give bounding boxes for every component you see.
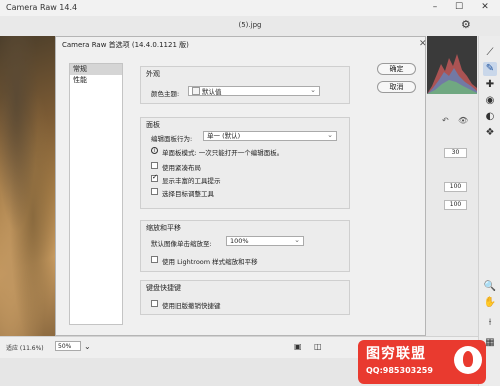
color-theme-dropdown[interactable]: 默认值 ⌄ <box>188 86 320 96</box>
cancel-button[interactable]: 取消 <box>377 81 416 93</box>
chevron-down-icon[interactable]: ⌄ <box>84 342 91 351</box>
section-title: 缩放和平移 <box>146 224 181 232</box>
watermark-qq: QQ:985303259 <box>366 366 433 375</box>
section-title: 键盘快捷键 <box>146 284 181 292</box>
section-title: 面板 <box>146 121 160 129</box>
flame-icon <box>454 346 482 374</box>
title-bar: Camera Raw 14.4 – ☐ ✕ <box>0 0 500 17</box>
nav-item-general[interactable]: 常规 <box>70 64 122 75</box>
window-title: Camera Raw 14.4 <box>6 3 78 12</box>
legacy-undo-label: 使用旧版撤销快捷键 <box>162 302 221 310</box>
value-field[interactable]: 100 <box>444 182 467 192</box>
default-zoom-value: 100% <box>230 237 249 245</box>
shortcuts-section: 键盘快捷键 使用旧版撤销快捷键 <box>140 280 350 315</box>
color-theme-label: 颜色主题: <box>151 90 180 98</box>
nav-item-performance[interactable]: 性能 <box>70 75 122 86</box>
theme-swatch <box>192 87 200 95</box>
hand-icon[interactable]: ✋ <box>483 296 497 310</box>
maximize-icon[interactable]: ☐ <box>452 2 466 13</box>
color-theme-value: 默认值 <box>202 88 222 96</box>
eye-icon[interactable]: 👁 <box>458 116 468 125</box>
redeye-icon[interactable]: ◉ <box>483 94 497 108</box>
panel-behavior-dropdown[interactable]: 单一 (默认) ⌄ <box>203 131 337 141</box>
compare-icon[interactable]: ◫ <box>314 342 322 351</box>
appearance-section: 外观 颜色主题: 默认值 ⌄ <box>140 66 350 104</box>
default-zoom-label: 默认图像单击缩放至: <box>151 240 212 248</box>
histogram <box>427 36 477 94</box>
value-field[interactable]: 30 <box>444 148 467 158</box>
preferences-nav: 常规 性能 <box>69 63 123 325</box>
info-icon: i <box>151 147 158 154</box>
target-adjust-label: 选择目标调整工具 <box>162 190 214 198</box>
lightroom-zoom-label: 使用 Lightroom 样式缩放和平移 <box>162 258 258 266</box>
rich-tooltips-label: 显示丰富的工具提示 <box>162 177 221 185</box>
crop-icon[interactable]: ⟋ <box>483 46 497 60</box>
rich-tooltips-checkbox[interactable] <box>151 173 158 182</box>
presets-icon[interactable]: ❖ <box>483 126 497 140</box>
chevron-down-icon: ⌄ <box>310 86 316 94</box>
panels-section: 面板 编辑面板行为: 单一 (默认) ⌄ i 单面板模式: 一次只能打开一个编辑… <box>140 117 350 209</box>
legacy-undo-checkbox[interactable] <box>151 300 158 307</box>
zoom-icon[interactable]: 🔍 <box>483 280 497 294</box>
zoom-section: 缩放和平移 默认图像单击缩放至: 100% ⌄ 使用 Lightroom 样式缩… <box>140 220 350 272</box>
file-name: (5).jpg <box>238 21 262 29</box>
preferences-dialog: Camera Raw 首选项 (14.4.0.1121 版) ✕ 常规 性能 外… <box>55 36 427 336</box>
lightroom-zoom-checkbox[interactable] <box>151 256 158 263</box>
eyedropper-icon[interactable]: ⟊ <box>483 316 497 330</box>
compact-layout-checkbox[interactable] <box>151 162 158 169</box>
close-icon[interactable]: ✕ <box>419 39 427 49</box>
watermark-logo: 图穷联盟 QQ:985303259 <box>358 340 486 384</box>
fill-icon[interactable]: ▣ <box>294 342 302 351</box>
chevron-down-icon: ⌄ <box>327 131 333 139</box>
compact-layout-label: 使用紧凑布局 <box>162 164 201 172</box>
brush-icon[interactable]: ✎ <box>483 62 497 76</box>
watermark-title: 图穷联盟 <box>366 346 426 362</box>
dialog-title: Camera Raw 首选项 (14.4.0.1121 版) <box>62 41 189 49</box>
target-adjust-checkbox[interactable] <box>151 188 158 195</box>
gear-icon[interactable]: ⚙ <box>461 18 473 32</box>
mask-icon[interactable]: ◐ <box>483 110 497 124</box>
heal-icon[interactable]: ✚ <box>483 78 497 92</box>
panel-behavior-value: 单一 (默认) <box>207 132 241 140</box>
section-title: 外观 <box>146 70 160 78</box>
photo-preview <box>0 36 55 336</box>
tool-strip: ⟋ ✎ ✚ ◉ ◐ ❖ 🔍 ✋ ⟊ ▦ <box>478 36 500 386</box>
top-toolbar: (5).jpg ⚙ <box>0 16 500 37</box>
panel-mode-info: 单面板模式: 一次只能打开一个编辑面板。 <box>162 149 284 157</box>
zoom-select[interactable]: 50% <box>55 341 81 351</box>
panel-behavior-label: 编辑面板行为: <box>151 135 193 143</box>
chevron-down-icon: ⌄ <box>294 236 300 244</box>
minimize-icon[interactable]: – <box>428 2 442 13</box>
value-field[interactable]: 100 <box>444 200 467 210</box>
default-zoom-dropdown[interactable]: 100% ⌄ <box>226 236 304 246</box>
undo-icon[interactable]: ↶ <box>442 116 449 125</box>
fit-zoom-label[interactable]: 适应 (11.6%) <box>6 343 44 352</box>
ok-button[interactable]: 确定 <box>377 63 416 75</box>
close-window-icon[interactable]: ✕ <box>478 2 492 13</box>
